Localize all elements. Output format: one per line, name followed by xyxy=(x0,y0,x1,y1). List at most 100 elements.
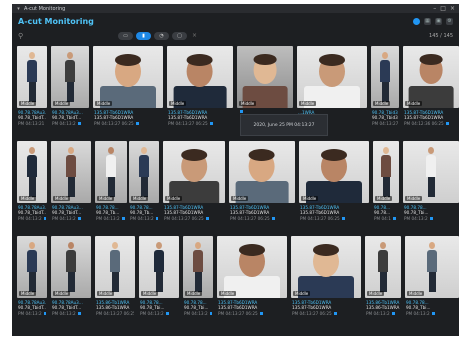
grid-row: Middle 90.78.78Au3... 90.78_TbidT... PM 04:… xyxy=(17,141,459,236)
grid-row: Middle 90.78.78Au3... 90.78_TbidT... PM 04:… xyxy=(17,236,459,331)
snapshot-info: 90.78.78Au3... 90.78_TbidT... PM 04:13:2 xyxy=(52,110,88,126)
snapshot-thumbnail[interactable]: Middle xyxy=(51,141,91,203)
snapshot-card[interactable]: Middle 90.78.78... 90.78_Tbi... PM 04:13:2 xyxy=(405,236,459,331)
snapshot-thumbnail[interactable]: Middle xyxy=(51,236,91,298)
person-figure xyxy=(26,147,38,199)
snapshot-thumbnail[interactable]: Middle xyxy=(17,141,47,203)
bookmark-icon[interactable] xyxy=(392,217,396,221)
bookmark-icon[interactable] xyxy=(209,122,213,126)
snapshot-thumbnail[interactable]: Middle xyxy=(17,236,47,298)
snapshot-thumbnail[interactable]: Middle xyxy=(229,141,295,203)
bookmark-icon[interactable] xyxy=(43,217,46,221)
view-button-4[interactable]: ▢ xyxy=(172,32,187,40)
snapshot-info: 135.86-Tb1WRA 135.86-Tb1WRA PM 04:13:2 xyxy=(366,300,400,316)
snapshot-card[interactable]: Middle 135.87-Tb6D1WRA 135.87-Tb6D1WRA PM 0… xyxy=(93,46,163,141)
grid-icon[interactable]: ▦ xyxy=(424,17,431,25)
snapshot-thumbnail[interactable]: Middle xyxy=(365,236,401,298)
close-icon[interactable]: × xyxy=(450,5,455,12)
snapshot-card[interactable]: Middle 90.78.78Au3... 90.78_TbidT... PM 04:… xyxy=(51,46,89,141)
snapshot-thumbnail[interactable]: Middle xyxy=(129,141,159,203)
snapshot-info: 135.87-Tb6D1WRA 135.87-Tb6D1WRA PM 04:13:2… xyxy=(168,110,232,126)
snapshot-card[interactable]: Middle 135.87-Tb6D1WRA 135.87-Tb6D1WRA PM 0… xyxy=(163,141,225,236)
bookmark-icon[interactable] xyxy=(205,217,209,221)
snapshot-card[interactable]: Middle 90.78.78... 90.78_Tb... PM 04:13:2 xyxy=(129,141,159,236)
snapshot-thumbnail[interactable]: Middle xyxy=(51,46,89,108)
snapshot-card[interactable]: Middle 135.87-Tb6D1WRA 135.87-Tb6D1WRA PM 0… xyxy=(229,141,295,236)
bookmark-icon[interactable] xyxy=(43,312,46,316)
minimize-icon[interactable]: – xyxy=(433,5,436,12)
snapshot-card[interactable]: Middle 135.87-Tb6D1WRA 135.87-Tb6D1WRA PM 0… xyxy=(217,236,287,331)
snapshot-thumbnail[interactable]: Middle xyxy=(17,46,47,108)
snapshot-thumbnail[interactable]: Middle xyxy=(371,46,399,108)
bookmark-icon[interactable] xyxy=(431,312,435,316)
snapshot-info: 135.87-Tb6D1WRA 135.87-Tb6D1WRA PM 04:13:2… xyxy=(292,300,360,316)
maximize-icon[interactable]: □ xyxy=(440,5,446,12)
bookmark-icon[interactable] xyxy=(259,312,263,316)
status-icon[interactable] xyxy=(413,17,420,25)
snapshot-card[interactable]: Middle 90.78.78... 90.78_Tbi... PM 04:13:2 xyxy=(139,236,179,331)
snapshot-card[interactable]: Middle 90.78_Tbid3...90.78_Tbid3...PM 04:… xyxy=(371,46,399,141)
snapshot-card[interactable]: Middle 90.78.78Au3... 90.78_TbidT... PM 04:… xyxy=(17,46,47,141)
bookmark-icon[interactable] xyxy=(429,217,433,221)
position-tag: Middle xyxy=(169,101,187,106)
capture-time: PM 04:13:27 06:25 xyxy=(218,310,258,316)
snapshot-thumbnail[interactable]: Middle xyxy=(95,236,135,298)
snapshot-card[interactable]: Middle 90.78.78... 90.78_Tbi... PM 04:13:2 xyxy=(403,141,459,236)
bookmark-icon[interactable] xyxy=(155,217,158,221)
bookmark-icon[interactable] xyxy=(77,122,81,126)
layout-icon[interactable]: ▣ xyxy=(435,17,442,25)
snapshot-card[interactable]: Middle 135.86-Tb1WRA 135.86-Tb1WRA PM 04:13… xyxy=(95,236,135,331)
bookmark-icon[interactable] xyxy=(135,122,139,126)
bookmark-icon[interactable] xyxy=(333,312,337,316)
snapshot-card[interactable]: Middle 90.78.78Au3... 90.78_TbidT... PM 04:… xyxy=(17,236,47,331)
capture-time: PM 04:13:27 06:25 xyxy=(94,120,134,126)
view-button-1[interactable]: ▭ xyxy=(118,32,133,40)
bookmark-icon[interactable] xyxy=(77,217,81,221)
snapshot-card[interactable]: Middle 90.78.78Au3... 90.78_TbidT... PM 04:… xyxy=(17,141,47,236)
person-figure xyxy=(26,242,38,294)
snapshot-card[interactable]: Middle 135.87-Tb6D1WRA 135.87-Tb6D1WRA PM 0… xyxy=(403,46,459,141)
bookmark-icon[interactable] xyxy=(341,217,345,221)
snapshot-thumbnail[interactable]: Middle xyxy=(297,46,367,108)
snapshot-thumbnail[interactable]: Middle xyxy=(95,141,127,203)
snapshot-info: 90.78.78... 90.78_Tbi... PM 04:13:2 xyxy=(406,300,458,316)
snapshot-card[interactable]: Middle 90.78.78Au3... 90.78_TbidT... PM 04:… xyxy=(51,236,91,331)
snapshot-thumbnail[interactable]: Middle xyxy=(237,46,293,108)
snapshot-thumbnail[interactable]: Middle xyxy=(291,236,361,298)
bookmark-icon[interactable] xyxy=(165,312,169,316)
snapshot-card[interactable]: Middle 90.78.78... 90.78_Tbi... PM 04:13:2 xyxy=(183,236,213,331)
bookmark-icon[interactable] xyxy=(445,122,449,126)
bookmark-icon[interactable] xyxy=(209,312,212,316)
view-button-3[interactable]: ◔ xyxy=(154,32,169,40)
snapshot-card[interactable]: Middle 135.86-Tb1WRA 135.86-Tb1WRA PM 04:13… xyxy=(365,236,401,331)
settings-icon[interactable]: ⚙ xyxy=(446,17,453,25)
snapshot-card[interactable]: Middle 135.87-Tb6D1WRA 135.87-Tb6D1WRA PM 0… xyxy=(167,46,233,141)
snapshot-thumbnail[interactable]: Middle xyxy=(139,236,179,298)
person-figure xyxy=(138,147,150,199)
snapshot-card[interactable]: Middle 90.78.78Au3... 90.78_TbidT... PM 04:… xyxy=(51,141,91,236)
position-tag: Middle xyxy=(239,101,257,106)
bookmark-icon[interactable] xyxy=(121,217,125,221)
bookmark-icon[interactable] xyxy=(271,217,275,221)
snapshot-thumbnail[interactable]: Middle xyxy=(163,141,225,203)
snapshot-thumbnail[interactable]: Middle xyxy=(403,141,459,203)
snapshot-card[interactable]: Middle 135.87-Tb6D1WRA 135.87-Tb6D1WRA PM 0… xyxy=(291,236,361,331)
capture-time-row: PM 04:13:2 xyxy=(130,216,158,221)
snapshot-thumbnail[interactable]: Middle xyxy=(403,46,459,108)
bookmark-icon[interactable] xyxy=(240,110,243,113)
bookmark-icon[interactable] xyxy=(391,312,395,316)
snapshot-thumbnail[interactable]: Middle xyxy=(93,46,163,108)
snapshot-thumbnail[interactable]: Middle xyxy=(217,236,287,298)
snapshot-thumbnail[interactable]: Middle xyxy=(299,141,369,203)
snapshot-thumbnail[interactable]: Middle xyxy=(167,46,233,108)
snapshot-thumbnail[interactable]: Middle xyxy=(183,236,213,298)
snapshot-card[interactable]: Middle 90.78.78... 90.78_Tb... PM 04:13:2 xyxy=(95,141,127,236)
snapshot-card[interactable]: Middle 135.87-Tb6D1WRA 135.87-Tb6D1WRA PM 0… xyxy=(299,141,369,236)
snapshot-thumbnail[interactable]: Middle xyxy=(373,141,399,203)
bookmark-icon[interactable] xyxy=(77,312,81,316)
view-button-2[interactable]: ▮ xyxy=(136,32,151,40)
snapshot-card[interactable]: Middle 90.78... 90.78... PM 04:1 xyxy=(373,141,399,236)
snapshot-thumbnail[interactable]: Middle xyxy=(405,236,459,298)
clear-view-icon[interactable]: × xyxy=(192,32,197,40)
person-filter-icon[interactable]: ⚲ xyxy=(18,32,23,40)
